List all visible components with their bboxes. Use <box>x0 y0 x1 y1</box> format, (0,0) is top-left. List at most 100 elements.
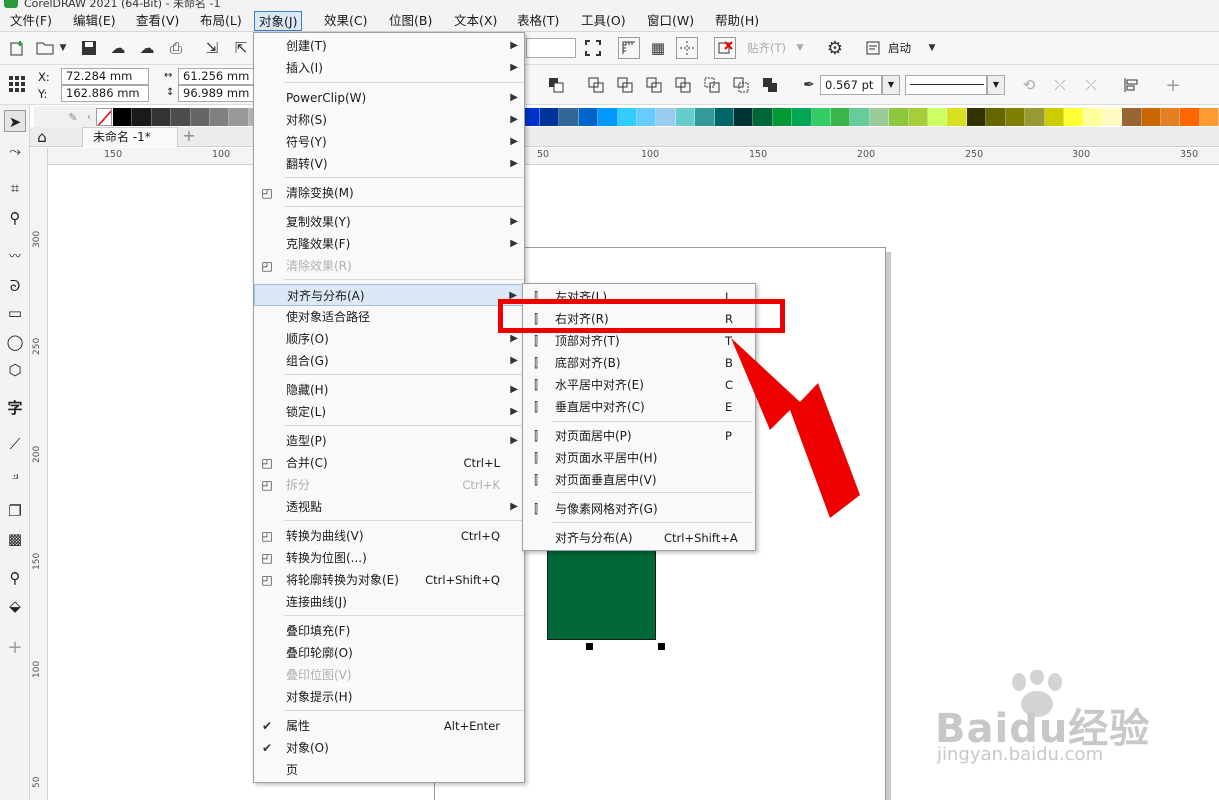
palette-swatch[interactable] <box>598 108 618 126</box>
object-menu-item[interactable]: 造型(P) ▶ <box>254 430 524 452</box>
boundary-icon[interactable] <box>759 74 781 96</box>
chevron-down-icon[interactable]: ▼ <box>794 37 806 59</box>
shape-tool-icon[interactable]: ⤳ <box>4 140 26 162</box>
menu-object[interactable]: 对象(J) <box>254 11 303 31</box>
zoom-tool-icon[interactable]: ⚲ <box>4 207 26 229</box>
object-menu-item[interactable]: ◰ 清除变换(M) <box>254 182 524 204</box>
object-menu-item[interactable]: PowerClip(W) ▶ <box>254 87 524 109</box>
object-menu-item[interactable]: 克隆效果(F) ▶ <box>254 233 524 255</box>
menu-table[interactable]: 表格(T) <box>513 11 563 31</box>
palette-swatch[interactable] <box>1122 108 1142 126</box>
palette-swatch[interactable] <box>772 108 793 126</box>
object-menu-item[interactable]: ◰ 合并(C) Ctrl+L <box>254 452 524 474</box>
menu-effects[interactable]: 效果(C) <box>320 11 371 31</box>
selected-green-rectangle[interactable] <box>547 545 656 640</box>
palette-swatch[interactable] <box>132 108 152 126</box>
text-tool-icon[interactable]: 字 <box>4 397 26 419</box>
full-screen-icon[interactable] <box>582 37 604 59</box>
palette-swatch[interactable] <box>1141 108 1161 126</box>
palette-swatch[interactable] <box>1063 108 1084 126</box>
polygon-tool-icon[interactable]: ⬡ <box>4 359 26 381</box>
align-menu-item[interactable]: ⫿ 对页面居中(P) P <box>523 425 755 447</box>
align-menu-item[interactable]: ⫿ 对页面水平居中(H) <box>523 447 755 469</box>
menu-file[interactable]: 文件(F) <box>6 11 56 31</box>
horizontal-ruler[interactable]: 150 100 50 100 150 200 250 300 350 <box>48 148 1219 165</box>
palette-swatch[interactable] <box>1102 108 1123 126</box>
interactive-fill-icon[interactable]: ⬙ <box>4 595 26 617</box>
object-menu-item[interactable]: ◰ 将轮廓转换为对象(E) Ctrl+Shift+Q <box>254 569 524 591</box>
weld-icon[interactable] <box>585 74 607 96</box>
launch-label[interactable]: 启动 <box>888 40 911 56</box>
selection-handle[interactable] <box>658 643 665 650</box>
artistic-media-icon[interactable]: ᘐ <box>4 275 26 297</box>
menu-text[interactable]: 文本(X) <box>450 11 501 31</box>
palette-swatch[interactable] <box>1180 108 1200 126</box>
align-menu-item[interactable]: ⫿ 底部对齐(B) B <box>523 352 755 374</box>
pen-outline-icon[interactable]: ✒ <box>798 74 820 96</box>
object-menu-item[interactable]: 透视點 ▶ <box>254 496 524 518</box>
zoom-level-field[interactable] <box>526 38 576 58</box>
pick-tool-icon[interactable]: ➤ <box>4 110 26 132</box>
palette-swatch[interactable] <box>850 108 870 126</box>
palette-swatch[interactable] <box>908 108 929 126</box>
selection-handle[interactable] <box>586 643 593 650</box>
object-menu-item[interactable]: 连接曲线(J) <box>254 591 524 613</box>
object-menu-item[interactable]: ✔ 属性 Alt+Enter <box>254 715 524 737</box>
object-menu-item[interactable]: 锁定(L) ▶ <box>254 401 524 423</box>
palette-swatch[interactable] <box>1160 108 1181 126</box>
palette-swatch[interactable] <box>966 108 987 126</box>
print-icon[interactable]: ⎙ <box>165 37 187 59</box>
palette-swatch[interactable] <box>811 108 832 126</box>
import-icon[interactable]: ⇲ <box>201 37 223 59</box>
height-field[interactable]: 96.989 mm <box>178 85 258 102</box>
palette-swatch[interactable] <box>695 108 715 126</box>
menu-layout[interactable]: 布局(L) <box>196 11 246 31</box>
rectangle-tool-icon[interactable]: ▭ <box>4 302 26 324</box>
add-icon[interactable]: + <box>1162 74 1184 96</box>
object-menu-item[interactable]: 翻转(V) ▶ <box>254 153 524 175</box>
chevron-down-icon[interactable]: ▼ <box>925 37 939 59</box>
cloud-share-icon[interactable]: ☁ <box>136 37 158 59</box>
guidelines-icon[interactable] <box>676 37 698 59</box>
palette-swatch[interactable] <box>539 108 560 126</box>
trim-icon[interactable] <box>614 74 636 96</box>
object-menu-item[interactable]: 页 <box>254 759 524 781</box>
palette-swatch[interactable] <box>1044 108 1064 126</box>
back-minus-front-icon[interactable] <box>730 74 752 96</box>
palette-swatch[interactable] <box>1083 108 1103 126</box>
cloud-upload-icon[interactable]: ☁ <box>107 37 129 59</box>
palette-swatch[interactable] <box>831 108 851 126</box>
object-menu-item[interactable]: 对称(S) ▶ <box>254 109 524 131</box>
tab-document[interactable]: 未命名 -1* <box>82 127 178 147</box>
y-position-field[interactable]: 162.886 mm <box>61 85 149 102</box>
arrange-icon[interactable] <box>545 74 567 96</box>
palette-swatch[interactable] <box>578 108 599 126</box>
home-icon[interactable]: ⌂ <box>32 128 52 146</box>
grid-icon[interactable]: ▦ <box>647 37 669 59</box>
palette-swatch[interactable] <box>636 108 657 126</box>
snap-to-label[interactable]: 贴齐(T) <box>747 40 786 56</box>
object-menu-item[interactable]: 对齐与分布(A) ▶ <box>254 284 524 306</box>
align-menu-item[interactable]: ⫿ 与像素网格对齐(G) <box>523 498 755 520</box>
menu-bitmap[interactable]: 位图(B) <box>385 11 436 31</box>
object-menu-item[interactable]: ◰ 清除效果(R) <box>254 255 524 277</box>
align-menu-item[interactable]: 对齐与分布(A) Ctrl+Shift+A <box>523 527 755 549</box>
palette-swatch[interactable] <box>559 108 579 126</box>
gear-icon[interactable]: ⚙ <box>824 37 846 59</box>
width-field[interactable]: 61.256 mm <box>178 68 258 85</box>
new-document-icon[interactable] <box>6 37 28 59</box>
x-position-field[interactable]: 72.284 mm <box>61 68 149 85</box>
palette-swatch[interactable] <box>210 108 230 126</box>
menu-view[interactable]: 查看(V) <box>132 11 183 31</box>
connect-icon[interactable]: ⤫ <box>1049 74 1071 96</box>
palette-swatch[interactable] <box>869 108 890 126</box>
menu-tools[interactable]: 工具(O) <box>577 11 630 31</box>
object-menu-item[interactable]: 创建(T) ▶ <box>254 35 524 57</box>
object-menu-item[interactable]: 插入(I) ▶ <box>254 57 524 79</box>
crop-tool-icon[interactable]: ⌗ <box>4 177 26 199</box>
vertical-ruler[interactable]: 300 250 200 150 100 50 <box>30 148 48 800</box>
add-tool-icon[interactable]: + <box>4 637 26 659</box>
palette-swatch[interactable] <box>656 108 676 126</box>
intersect-icon[interactable] <box>643 74 665 96</box>
palette-swatch[interactable] <box>734 108 754 126</box>
